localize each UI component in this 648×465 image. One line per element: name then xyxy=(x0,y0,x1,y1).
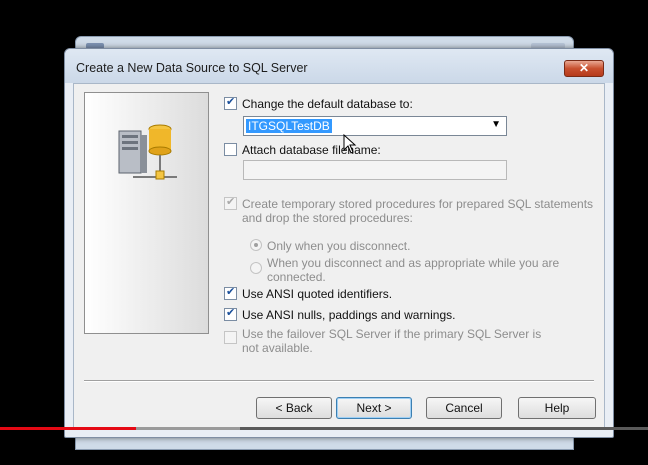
ansi-nulls-label: Use ANSI nulls, paddings and warnings. xyxy=(242,308,456,322)
wizard-image-panel xyxy=(84,92,209,334)
chevron-down-icon[interactable]: ▼ xyxy=(491,119,501,130)
temp-procs-option: Create temporary stored procedures for p… xyxy=(224,195,604,225)
ansi-quoted-checkbox[interactable] xyxy=(224,285,237,300)
temp-procs-label: Create temporary stored procedures for p… xyxy=(242,197,594,225)
help-button[interactable]: Help xyxy=(518,397,596,419)
attach-db-file-label: Attach database filename: xyxy=(242,143,381,157)
temp-procs-checkbox xyxy=(224,195,237,210)
next-button[interactable]: Next > xyxy=(336,397,412,419)
attach-db-file-option[interactable]: Attach database filename: xyxy=(224,143,381,157)
button-separator xyxy=(84,380,594,382)
server-database-icon xyxy=(118,124,177,180)
radio-disconnect-appropriate-label: When you disconnect and as appropriate w… xyxy=(267,256,560,284)
radio-disconnect-appropriate-option: When you disconnect and as appropriate w… xyxy=(250,256,570,284)
cancel-button[interactable]: Cancel xyxy=(426,397,502,419)
video-progress-bar[interactable] xyxy=(0,427,648,430)
change-default-db-checkbox[interactable] xyxy=(224,95,237,110)
ansi-nulls-option[interactable]: Use ANSI nulls, paddings and warnings. xyxy=(224,306,456,322)
dialog-title: Create a New Data Source to SQL Server xyxy=(76,61,308,75)
radio-disconnect-appropriate xyxy=(250,262,262,274)
failover-label: Use the failover SQL Server if the prima… xyxy=(242,327,542,355)
radio-only-disconnect-label: Only when you disconnect. xyxy=(267,239,411,253)
back-button[interactable]: < Back xyxy=(256,397,332,419)
radio-only-disconnect xyxy=(250,239,262,251)
ansi-quoted-label: Use ANSI quoted identifiers. xyxy=(242,287,393,301)
ansi-nulls-checkbox[interactable] xyxy=(224,306,237,321)
change-default-db-option[interactable]: Change the default database to: xyxy=(224,95,413,111)
close-icon: ✕ xyxy=(578,61,590,75)
failover-checkbox xyxy=(224,331,237,344)
default-database-value: ITGSQLTestDB xyxy=(246,119,332,133)
default-database-combo[interactable]: ITGSQLTestDB ▼ xyxy=(243,116,507,136)
mouse-pointer-icon xyxy=(343,134,357,154)
close-button[interactable]: ✕ xyxy=(564,60,604,77)
radio-only-disconnect-option: Only when you disconnect. xyxy=(250,239,410,253)
failover-option: Use the failover SQL Server if the prima… xyxy=(224,327,554,355)
attach-db-file-checkbox[interactable] xyxy=(224,143,237,156)
dialog-body: Change the default database to: ITGSQLTe… xyxy=(73,83,605,429)
ansi-quoted-option[interactable]: Use ANSI quoted identifiers. xyxy=(224,285,393,301)
dsn-dialog: Create a New Data Source to SQL Server ✕ xyxy=(64,48,614,438)
title-bar: Create a New Data Source to SQL Server ✕ xyxy=(65,49,613,83)
change-default-db-label: Change the default database to: xyxy=(242,97,413,111)
video-played-bar xyxy=(0,427,137,430)
attach-db-filename-field[interactable] xyxy=(243,160,507,180)
